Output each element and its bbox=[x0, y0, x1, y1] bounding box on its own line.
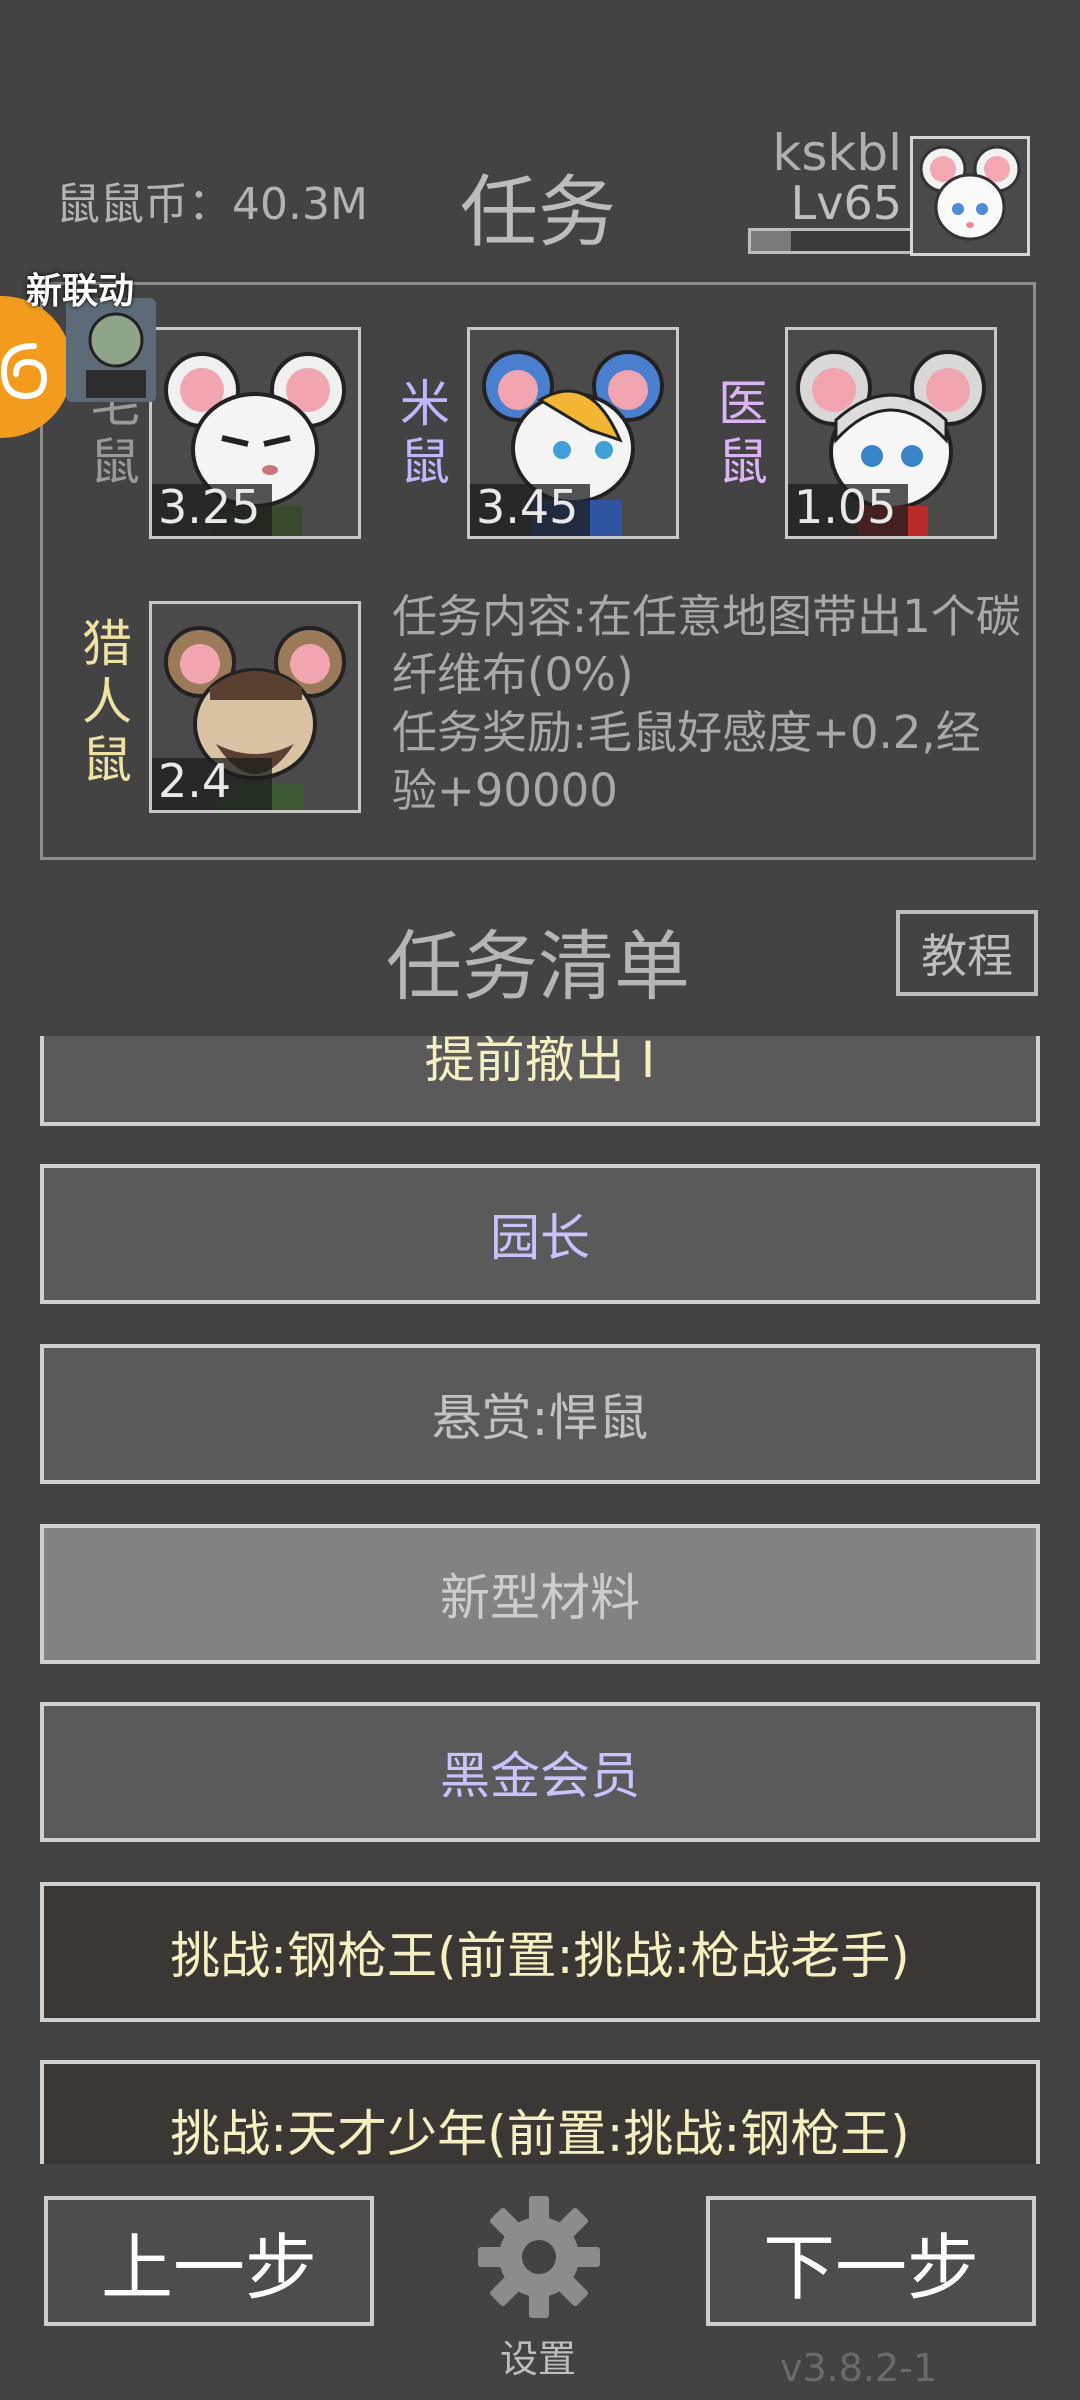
task-item[interactable]: 新型材料 bbox=[40, 1524, 1040, 1664]
rat-value: 3.45 bbox=[476, 480, 579, 534]
rat-name-char: 米 bbox=[400, 375, 450, 433]
task-list[interactable]: 提前撤出 I 园长 悬赏:悍鼠 新型材料 黑金会员 挑战:钢枪王(前置:挑战:枪… bbox=[0, 1036, 1080, 2164]
rat-name-char: 鼠 bbox=[90, 433, 140, 491]
task-item[interactable]: 悬赏:悍鼠 bbox=[40, 1344, 1040, 1484]
task-item[interactable]: 挑战:天才少年(前置:挑战:钢枪王) bbox=[40, 2060, 1040, 2164]
player-avatar[interactable] bbox=[910, 136, 1030, 256]
prev-step-button[interactable]: 上一步 bbox=[44, 2196, 374, 2326]
rat-portrait-maoshu[interactable]: 3.25 bbox=[149, 327, 361, 539]
version-label: v3.8.2-1 bbox=[780, 2346, 938, 2390]
event-label: 新联动 bbox=[26, 271, 135, 312]
task-item[interactable]: 园长 bbox=[40, 1164, 1040, 1304]
rat-value: 3.25 bbox=[158, 480, 261, 534]
xp-progress-bar bbox=[748, 228, 914, 254]
event-button[interactable] bbox=[0, 296, 72, 438]
mission-description: 任务内容:在任意地图带出1个碳纤维布(0%) 任务奖励:毛鼠好感度+0.2,经验… bbox=[392, 588, 1022, 820]
rat-portrait-lierenshu[interactable]: 2.4 bbox=[149, 601, 361, 813]
player-level: Lv65 bbox=[790, 176, 902, 230]
gear-icon bbox=[478, 2196, 600, 2318]
rat-name-char: 猎 bbox=[82, 615, 132, 673]
coins-label: 鼠鼠币：40.3M bbox=[56, 179, 368, 230]
spiral-ear-icon bbox=[0, 343, 48, 400]
tutorial-button[interactable]: 教程 bbox=[896, 910, 1038, 996]
mission-content: 任务内容:在任意地图带出1个碳纤维布(0%) bbox=[392, 590, 1021, 701]
rat-name-char: 鼠 bbox=[400, 433, 450, 491]
rat-portrait-mishu[interactable]: 3.45 bbox=[467, 327, 679, 539]
rat-name-lierenshu: 猎 人 鼠 bbox=[77, 615, 137, 789]
task-item[interactable]: 提前撤出 I bbox=[40, 1036, 1040, 1126]
rat-name-char: 医 bbox=[718, 375, 768, 433]
rat-name-yishu: 医 鼠 bbox=[713, 375, 773, 491]
mission-reward: 任务奖励:毛鼠好感度+0.2,经验+90000 bbox=[392, 706, 981, 817]
rat-portrait-yishu[interactable]: 1.05 bbox=[785, 327, 997, 539]
page-title: 任务 bbox=[460, 168, 617, 258]
rat-name-char: 鼠 bbox=[82, 731, 132, 789]
rat-name-char: 人 bbox=[82, 673, 132, 731]
rat-name-char: 鼠 bbox=[718, 433, 768, 491]
mouse-avatar-icon bbox=[919, 145, 1021, 241]
rat-name-mishu: 米 鼠 bbox=[395, 375, 455, 491]
username: kskbl bbox=[772, 124, 902, 182]
settings-button[interactable] bbox=[474, 2192, 604, 2322]
next-step-button[interactable]: 下一步 bbox=[706, 2196, 1036, 2326]
rat-value: 2.4 bbox=[158, 754, 232, 808]
rat-value: 1.05 bbox=[794, 480, 897, 534]
task-item[interactable]: 黑金会员 bbox=[40, 1702, 1040, 1842]
settings-label: 设置 bbox=[500, 2337, 577, 2381]
task-list-title: 任务清单 bbox=[386, 922, 690, 1011]
task-item[interactable]: 挑战:钢枪王(前置:挑战:枪战老手) bbox=[40, 1882, 1040, 2022]
